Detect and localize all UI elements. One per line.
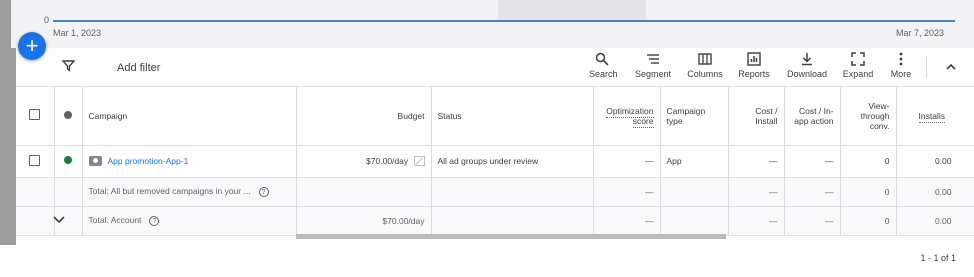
campaign-view-through-conv: 0 xyxy=(840,145,897,178)
total-account-optimization-score: — xyxy=(593,206,661,236)
page-background xyxy=(0,245,16,277)
campaign-status: All ad groups under review xyxy=(431,145,594,178)
help-icon[interactable]: ? xyxy=(149,215,160,226)
total-account-cost-per-install: — xyxy=(728,206,785,236)
total-account-label: Total: Account xyxy=(88,215,142,226)
expand-label: Expand xyxy=(842,69,874,79)
chevron-down-icon[interactable] xyxy=(53,215,65,225)
download-icon xyxy=(802,53,812,66)
reports-label: Reports xyxy=(738,69,770,79)
campaigns-panel: Add filter Search Segment Columns Report… xyxy=(16,48,974,277)
search-icon xyxy=(595,52,609,66)
reports-button[interactable]: Reports xyxy=(737,52,771,79)
edit-budget-icon[interactable] xyxy=(413,156,425,167)
help-icon[interactable]: ? xyxy=(258,186,269,197)
chart-start-date: Mar 1, 2023 xyxy=(53,28,102,38)
segment-icon xyxy=(647,54,659,64)
header-campaign-type[interactable]: Campaign type xyxy=(660,87,729,146)
app-campaign-icon xyxy=(88,156,102,167)
columns-icon xyxy=(698,53,712,65)
total-filtered-cost-per-in-app-action: — xyxy=(784,177,841,207)
row-checkbox[interactable] xyxy=(29,154,41,166)
segment-button[interactable]: Segment xyxy=(634,52,672,79)
chevron-up-icon[interactable] xyxy=(945,60,957,78)
campaign-budget: $70.00/day xyxy=(366,155,409,166)
header-budget[interactable]: Budget xyxy=(296,87,432,146)
download-button[interactable]: Download xyxy=(786,52,828,79)
campaign-type: App xyxy=(660,145,729,178)
total-filtered-row: Total: All but removed campaigns in your… xyxy=(16,177,974,207)
total-account-budget: $70.00/day xyxy=(296,206,432,236)
header-cost-per-install[interactable]: Cost / Install xyxy=(728,87,785,146)
header-installs: Installs xyxy=(918,110,945,123)
total-account-cost-per-in-app-action: — xyxy=(784,206,841,236)
search-label: Search xyxy=(589,69,618,79)
pagination-label: 1 - 1 of 1 xyxy=(920,253,956,263)
expand-icon xyxy=(851,52,865,66)
header-cost-per-in-app-action[interactable]: Cost / In-app action xyxy=(784,87,841,146)
more-button[interactable]: More xyxy=(889,52,913,79)
campaign-name-link[interactable]: App promotion-App-1 xyxy=(108,156,189,166)
total-filtered-installs: 0.00 xyxy=(896,177,974,207)
chart-y-zero-label: 0 xyxy=(44,15,50,25)
total-filtered-label: Total: All but removed campaigns in your… xyxy=(88,186,251,197)
total-account-row: Total: Account? $70.00/day — — — 0 0.00 xyxy=(16,206,974,236)
toolbar-divider xyxy=(926,56,927,78)
performance-chart: 0 Mar 1, 2023 Mar 7, 2023 xyxy=(11,0,974,48)
header-status[interactable]: Status xyxy=(431,87,594,146)
total-account-installs: 0.00 xyxy=(896,206,974,236)
total-filtered-view-through-conv: 0 xyxy=(840,177,897,207)
more-label: More xyxy=(890,69,912,79)
new-campaign-button[interactable]: + xyxy=(18,32,46,60)
more-icon xyxy=(899,52,903,66)
horizontal-scrollbar[interactable] xyxy=(296,234,726,239)
campaigns-table: Campaign Budget Status Optimization scor… xyxy=(16,87,974,236)
columns-button[interactable]: Columns xyxy=(686,52,724,79)
status-filter-icon[interactable] xyxy=(64,110,72,119)
table-toolbar: Add filter Search Segment Columns Report… xyxy=(16,48,974,87)
total-account-view-through-conv: 0 xyxy=(840,206,897,236)
select-all-checkbox[interactable] xyxy=(29,109,41,121)
status-dot-icon xyxy=(64,156,72,164)
header-optimization-score: Optimization score xyxy=(606,105,654,128)
header-view-through-conv[interactable]: View-through conv. xyxy=(840,87,897,146)
table-row: App promotion-App-1 $70.00/day All ad gr… xyxy=(16,145,974,178)
campaign-optimization-score: — xyxy=(593,145,661,178)
expand-button[interactable]: Expand xyxy=(842,52,874,79)
total-filtered-cost-per-install: — xyxy=(728,177,785,207)
filter-icon[interactable] xyxy=(61,59,76,77)
table-header-row: Campaign Budget Status Optimization scor… xyxy=(16,87,974,146)
search-button[interactable]: Search xyxy=(589,52,618,79)
chart-series-line xyxy=(53,20,955,22)
chart-end-date: Mar 7, 2023 xyxy=(895,28,944,38)
reports-icon xyxy=(747,52,761,66)
segment-label: Segment xyxy=(634,69,672,79)
campaign-installs: 0.00 xyxy=(896,145,974,178)
campaign-cost-per-in-app-action: — xyxy=(784,145,841,178)
download-label: Download xyxy=(786,69,828,79)
header-campaign[interactable]: Campaign xyxy=(82,87,297,146)
chart-highlight-band xyxy=(498,0,646,22)
campaign-cost-per-install: — xyxy=(728,145,785,178)
total-filtered-optimization-score: — xyxy=(593,177,661,207)
add-filter-button[interactable]: Add filter xyxy=(117,62,160,74)
columns-label: Columns xyxy=(687,69,723,79)
